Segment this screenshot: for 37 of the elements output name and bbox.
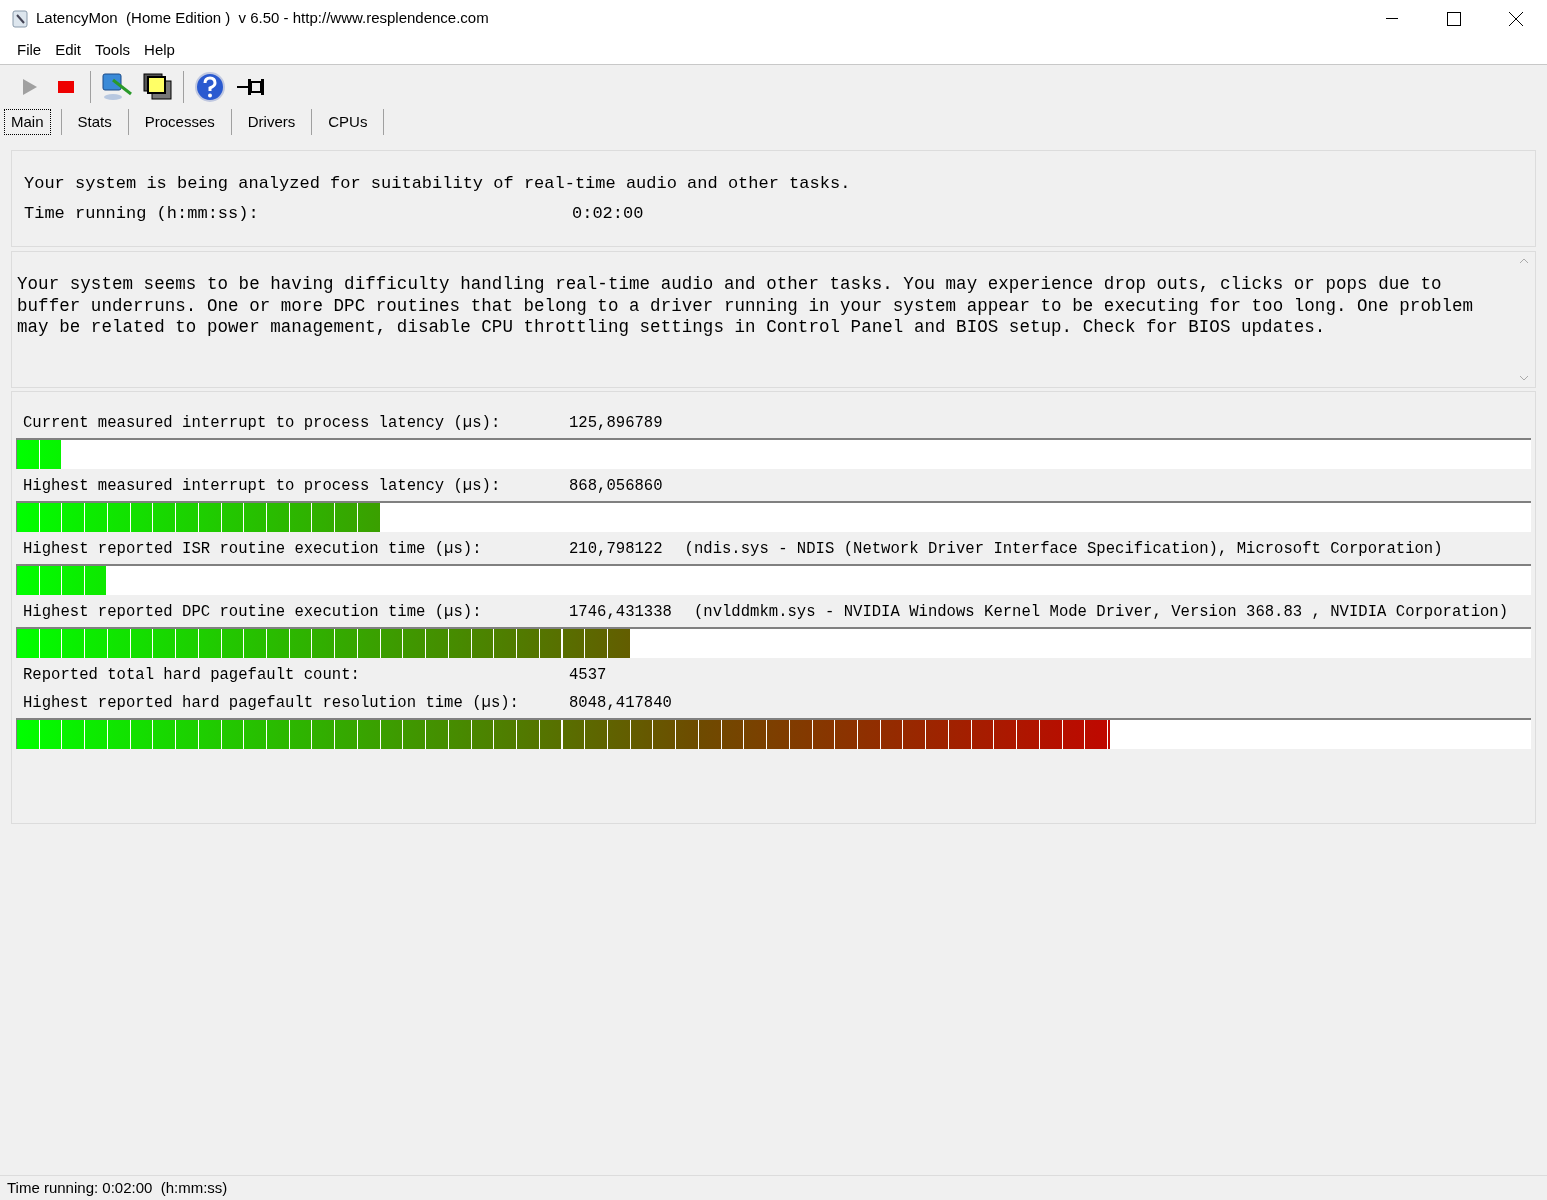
stop-icon[interactable]: [58, 80, 74, 93]
measurement-label: Reported total hard pagefault count:: [23, 665, 361, 687]
tab[interactable]: Main: [4, 109, 51, 135]
measurement-value: 210,798122: [569, 539, 663, 561]
time-value: 0:02:00: [572, 202, 644, 225]
tab[interactable]: CPUs: [322, 109, 374, 135]
menu-item[interactable]: Edit: [48, 39, 89, 62]
monitor-icon[interactable]: [101, 71, 133, 102]
window-title: LatencyMon (Home Edition ) v 6.50 - http://www.resplendence.com: [36, 8, 489, 29]
measurement-value: 125,896789: [569, 413, 663, 435]
maximize-icon[interactable]: [1447, 11, 1461, 26]
analysis-message: Your system is being analyzed for suitability of real-time audio and other tasks.: [24, 173, 852, 195]
status-bar-text: Time running: 0:02:00 (h:mm:ss): [7, 1177, 228, 1198]
measurement-label: Current measured interrupt to process latency (µs):: [23, 413, 502, 435]
help-icon[interactable]: [194, 70, 226, 103]
measurement-label: Highest reported ISR routine execution time (µs):: [23, 539, 483, 561]
measurement-label: Highest reported hard pagefault resolution time (µs):: [23, 693, 520, 715]
menu-item[interactable]: Help: [137, 39, 182, 62]
measurement-value: 1746,431338: [569, 602, 672, 624]
windows-icon[interactable]: [143, 72, 173, 101]
measurement-value: 8048,417840: [569, 693, 672, 715]
time-label: Time running (h:mm:ss):: [24, 202, 260, 225]
tab[interactable]: Processes: [138, 109, 221, 135]
measurement-value: 4537: [569, 665, 607, 687]
app-icon: [12, 9, 30, 28]
conclusion-text: Your system seems to be having difficulty handling real-time audio and other tasks. You may experience drop outs, clicks or pops due to buffer underruns. One or more DPC routines that belong to a driver running in your system appear to be executing for too long. One problem may be related to power management, disable CPU throttling settings in Control Panel and BIOS setup. Check for BIOS updates.: [16, 273, 1475, 339]
measurement-value: 868,056860: [569, 476, 663, 498]
menu-item[interactable]: Tools: [88, 39, 138, 62]
driver-detail: (ndis.sys - NDIS (Network Driver Interface Specification), Microsoft Corporation): [684, 539, 1443, 561]
minimize-icon[interactable]: [1386, 17, 1398, 20]
tab[interactable]: Drivers: [241, 109, 302, 135]
close-icon[interactable]: [1509, 11, 1523, 26]
menu-item[interactable]: File: [10, 39, 49, 62]
tab[interactable]: Stats: [71, 109, 118, 135]
measurement-label: Highest measured interrupt to process latency (µs):: [23, 476, 502, 498]
driver-detail: (nvlddmkm.sys - NVIDIA Windows Kernel Mode Driver, Version 368.83 , NVIDIA Corporation): [693, 602, 1509, 624]
measurement-label: Highest reported DPC routine execution time (µs):: [23, 602, 483, 624]
